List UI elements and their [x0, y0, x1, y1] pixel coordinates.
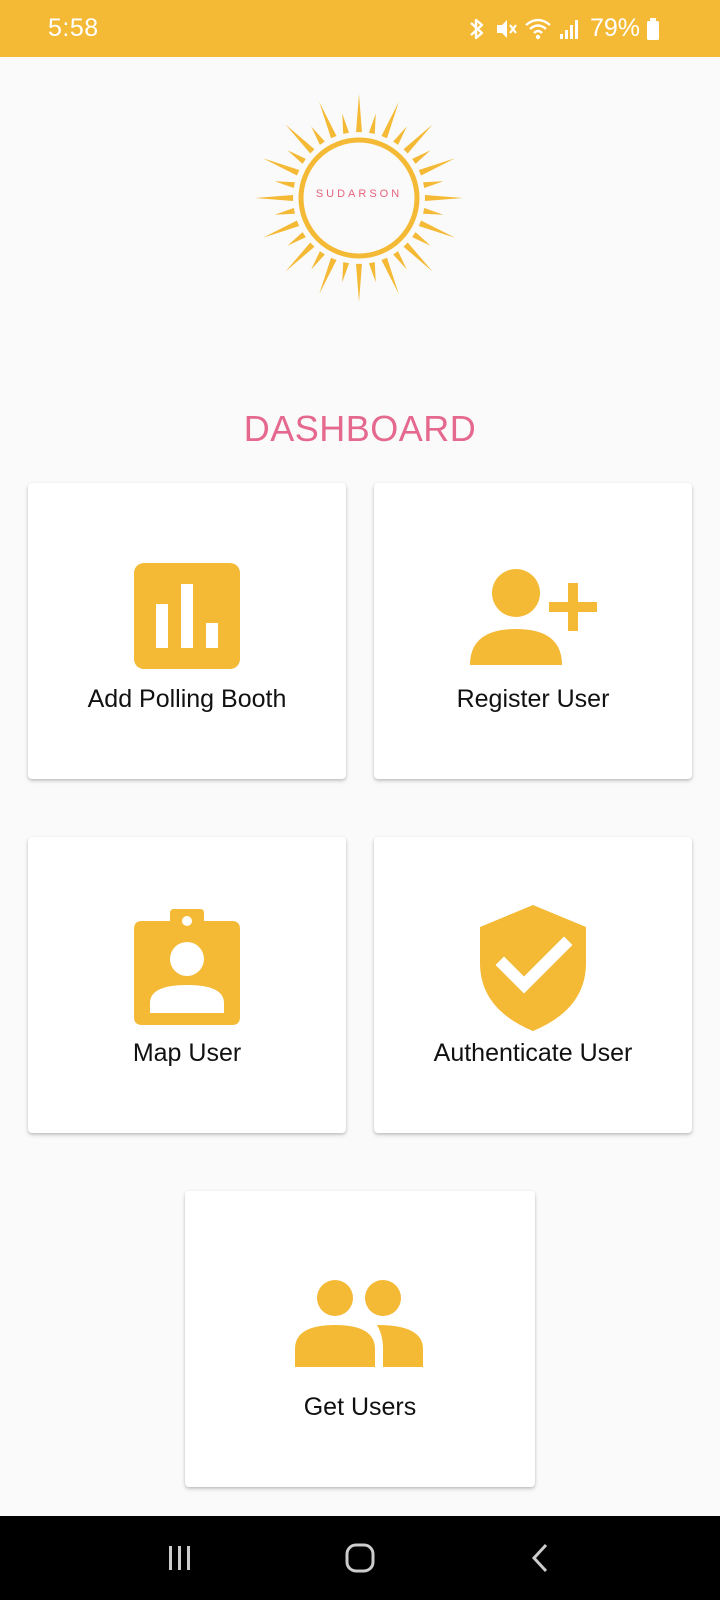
- sun-ray: [393, 126, 407, 145]
- sun-ray: [262, 158, 300, 176]
- sun-ray: [368, 113, 376, 134]
- authenticate-user-card[interactable]: Authenticate User: [374, 837, 692, 1133]
- sun-ray: [319, 101, 337, 139]
- card-label: Authenticate User: [433, 1039, 633, 1067]
- status-bar: 5:58 79%: [0, 0, 720, 57]
- signal-icon: [559, 19, 578, 39]
- register-user-card[interactable]: Register User: [374, 483, 692, 779]
- navigation-bar: [0, 1516, 720, 1600]
- sun-ray: [262, 220, 300, 238]
- badge-icon: [134, 909, 240, 1025]
- recents-icon: [169, 1546, 190, 1570]
- sun-ray: [423, 207, 444, 215]
- person-add-icon: [470, 569, 597, 665]
- sun-ray: [285, 242, 315, 272]
- sun-ray: [285, 124, 315, 154]
- sun-ray: [393, 251, 407, 270]
- sun-ray: [342, 113, 350, 134]
- sun-ray: [319, 257, 337, 295]
- map-user-card[interactable]: Map User: [28, 837, 346, 1133]
- bluetooth-icon: [470, 18, 484, 39]
- sun-logo: SUDARSON: [251, 90, 467, 306]
- sun-ray: [418, 220, 456, 238]
- battery-level: 79%: [589, 14, 640, 42]
- card-label: Register User: [456, 685, 610, 713]
- status-icons: 79%: [466, 14, 660, 43]
- verified-shield-icon: [480, 905, 586, 1031]
- sun-ray: [287, 232, 306, 246]
- recents-button[interactable]: [150, 1528, 210, 1588]
- back-icon: [531, 1543, 548, 1573]
- sun-ray: [412, 232, 431, 246]
- sun-ray: [356, 263, 362, 302]
- sun-ray: [356, 94, 362, 133]
- mute-icon: [496, 19, 517, 38]
- sun-ray: [418, 158, 456, 176]
- logo-text: SUDARSON: [315, 188, 403, 200]
- status-time: 5:58: [48, 14, 99, 42]
- bar-chart-icon: [134, 563, 240, 669]
- sun-ray: [274, 207, 295, 215]
- home-icon: [345, 1543, 375, 1573]
- page-title: DASHBOARD: [243, 408, 477, 449]
- card-label: Add Polling Booth: [87, 685, 287, 713]
- sun-ray: [342, 262, 350, 283]
- card-label: Get Users: [303, 1393, 417, 1421]
- sun-ray: [311, 251, 325, 270]
- sun-ray: [381, 101, 399, 139]
- get-users-card[interactable]: Get Users: [185, 1191, 535, 1487]
- sun-ray: [412, 150, 431, 164]
- battery-icon: [647, 17, 659, 40]
- group-icon: [295, 1280, 423, 1367]
- sun-ray: [287, 150, 306, 164]
- sun-ray: [311, 126, 325, 145]
- add-polling-booth-card[interactable]: Add Polling Booth: [28, 483, 346, 779]
- sun-ray: [403, 124, 433, 154]
- home-button[interactable]: [330, 1528, 390, 1588]
- back-button[interactable]: [510, 1528, 570, 1588]
- sun-ray: [368, 262, 376, 283]
- sun-ray: [403, 242, 433, 272]
- sun-ray: [381, 257, 399, 295]
- card-label: Map User: [132, 1039, 242, 1067]
- wifi-icon: [525, 18, 551, 39]
